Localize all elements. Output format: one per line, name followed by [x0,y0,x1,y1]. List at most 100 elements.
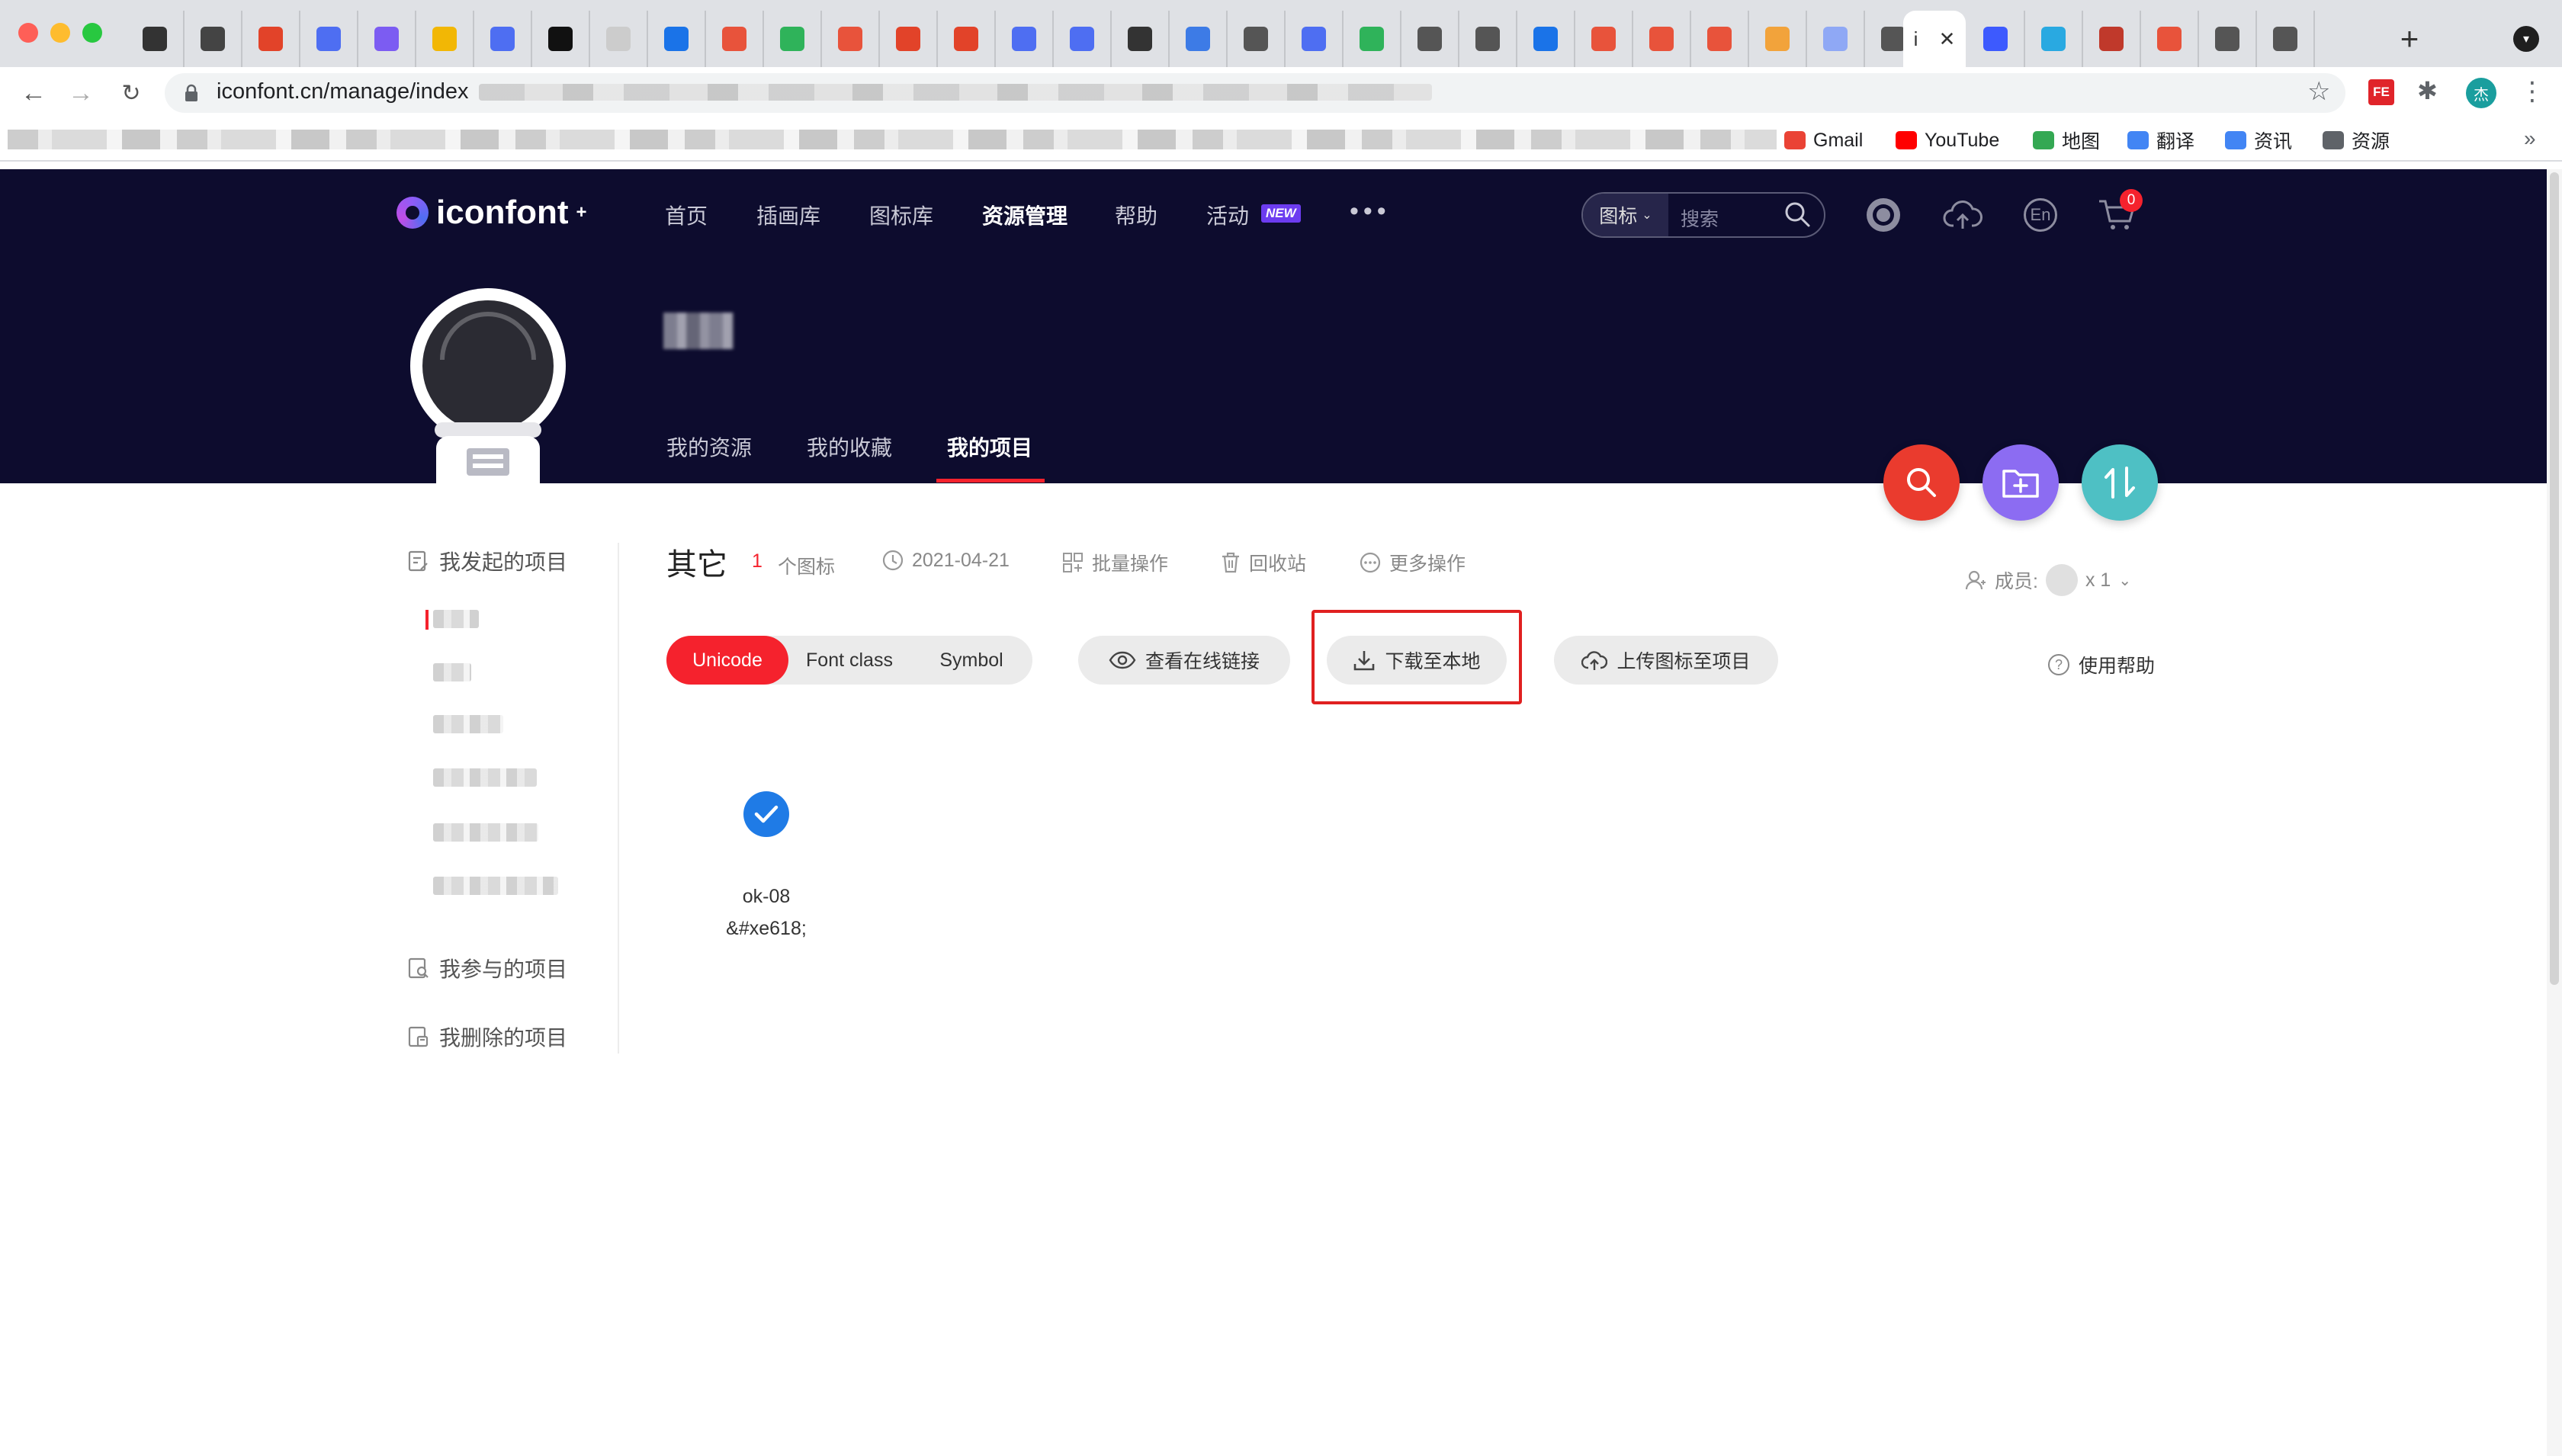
nav-home[interactable]: 首页 [665,200,708,230]
bookmark-item[interactable]: Gmail [1784,128,1863,152]
recycle-bin-button[interactable]: 回收站 [1220,549,1306,576]
mode-symbol-button[interactable]: Symbol [910,636,1032,685]
browser-tab[interactable] [1749,11,1807,67]
fab-search-button[interactable] [1883,444,1960,521]
tab-search-icon[interactable]: ▾ [2513,26,2539,52]
help-link[interactable]: ? 使用帮助 [2048,651,2155,678]
browser-tab[interactable] [1401,11,1459,67]
reload-icon[interactable]: ↻ [113,75,149,111]
browser-tab[interactable] [1967,11,2025,67]
browser-tab[interactable] [474,11,532,67]
browser-tab[interactable] [938,11,996,67]
project-members[interactable]: 成员: x 1 ⌄ [1964,564,2131,596]
nav-illustrations[interactable]: 插画库 [756,200,820,230]
browser-tab[interactable] [358,11,416,67]
browser-tab[interactable] [185,11,242,67]
browser-tab[interactable] [764,11,822,67]
bookmark-star-icon[interactable]: ☆ [2307,76,2330,107]
more-operations-button[interactable]: 更多操作 [1359,549,1466,576]
bookmark-item[interactable]: 翻译 [2127,128,2194,152]
browser-tab[interactable] [706,11,764,67]
mode-unicode-button[interactable]: Unicode [666,636,788,685]
tab-my-resources[interactable]: 我的资源 [666,431,752,462]
search-type-select[interactable]: 图标 ⌄ [1583,194,1668,236]
browser-tab[interactable] [1517,11,1575,67]
browser-tab[interactable] [416,11,474,67]
browser-menu-icon[interactable]: ⋮ [2519,76,2545,107]
nav-resource-management[interactable]: 资源管理 [982,200,1068,230]
page-scrollbar-thumb[interactable] [2550,172,2559,985]
browser-tab[interactable] [1575,11,1633,67]
nav-more-icon[interactable]: ••• [1350,197,1391,226]
browser-tab[interactable] [1633,11,1691,67]
search-input[interactable]: 搜索 [1681,204,1719,232]
browser-tab[interactable] [2141,11,2199,67]
new-tab-button[interactable]: + [2387,20,2432,58]
nav-icon-library[interactable]: 图标库 [869,200,933,230]
sidebar-project-redacted[interactable] [433,663,471,681]
bookmark-item[interactable]: YouTube [1896,128,1999,152]
browser-tab[interactable] [1228,11,1286,67]
browser-tab[interactable] [242,11,300,67]
iconfont-logo[interactable]: iconfont + [396,194,587,232]
sidebar-project-redacted[interactable] [433,823,538,842]
browser-tab[interactable] [1459,11,1517,67]
window-close-button[interactable] [18,23,38,43]
fab-new-project-button[interactable] [1982,444,2059,521]
mode-font-class-button[interactable]: Font class [788,636,910,685]
search-icon[interactable] [1783,200,1812,229]
sidebar-deleted-projects[interactable]: 我删除的项目 [407,1021,567,1052]
window-zoom-button[interactable] [82,23,102,43]
browser-tab[interactable] [300,11,358,67]
bookmark-item[interactable]: 资讯 [2225,128,2292,152]
browser-tab[interactable] [1807,11,1865,67]
browser-tab[interactable] [2257,11,2315,67]
sidebar-project-redacted[interactable] [433,715,503,733]
sidebar-project-redacted[interactable] [433,768,537,787]
forward-arrow-icon[interactable]: → [63,75,99,111]
sidebar-joined-projects[interactable]: 我参与的项目 [407,953,567,983]
extension-fe-icon[interactable]: FE [2368,79,2394,105]
batch-operation-button[interactable]: 批量操作 [1061,549,1168,576]
browser-tab[interactable] [1054,11,1112,67]
nav-help[interactable]: 帮助 [1115,200,1157,230]
browser-tab[interactable] [532,11,590,67]
tab-my-favorites[interactable]: 我的收藏 [807,431,892,462]
sidebar-project-redacted[interactable] [433,877,558,895]
tab-favicon-icon [1591,27,1616,51]
active-browser-tab[interactable]: i ✕ [1903,11,1966,67]
sidebar-project-redacted[interactable] [433,610,479,628]
browser-tab[interactable] [2199,11,2257,67]
browser-tab[interactable] [1286,11,1344,67]
sidebar-my-created-projects[interactable]: 我发起的项目 [407,546,567,576]
tab-close-icon[interactable]: ✕ [1939,27,1956,51]
browser-tab[interactable] [2083,11,2141,67]
window-minimize-button[interactable] [50,23,70,43]
bookmark-item[interactable]: 地图 [2033,128,2100,152]
fab-sort-button[interactable] [2082,444,2158,521]
browser-tab[interactable] [590,11,648,67]
browser-tab[interactable] [648,11,706,67]
user-icon[interactable] [1864,195,1903,235]
browser-tab[interactable] [1691,11,1749,67]
browser-tab[interactable] [2025,11,2083,67]
browser-tab[interactable] [822,11,880,67]
browser-tab[interactable] [880,11,938,67]
view-online-link-button[interactable]: 查看在线链接 [1078,636,1290,685]
back-arrow-icon[interactable]: ← [15,75,52,111]
profile-avatar[interactable]: 杰 [2466,78,2496,108]
tab-my-projects[interactable]: 我的项目 [947,431,1032,462]
upload-icons-button[interactable]: 上传图标至项目 [1554,636,1778,685]
browser-tab[interactable] [1170,11,1228,67]
browser-tab[interactable] [1112,11,1170,67]
browser-tab[interactable] [127,11,185,67]
browser-tab[interactable] [1344,11,1401,67]
nav-activity[interactable]: 活动 [1206,200,1249,230]
url-text: iconfont.cn/manage/index [217,79,469,104]
cloud-upload-icon[interactable] [1943,195,1982,235]
bookmarks-overflow[interactable]: » [2524,127,2536,151]
bookmark-item[interactable]: 资源 [2323,128,2390,152]
browser-tab[interactable] [996,11,1054,67]
language-icon[interactable]: En [2021,195,2060,235]
extensions-puzzle-icon[interactable]: ✱ [2417,76,2438,105]
